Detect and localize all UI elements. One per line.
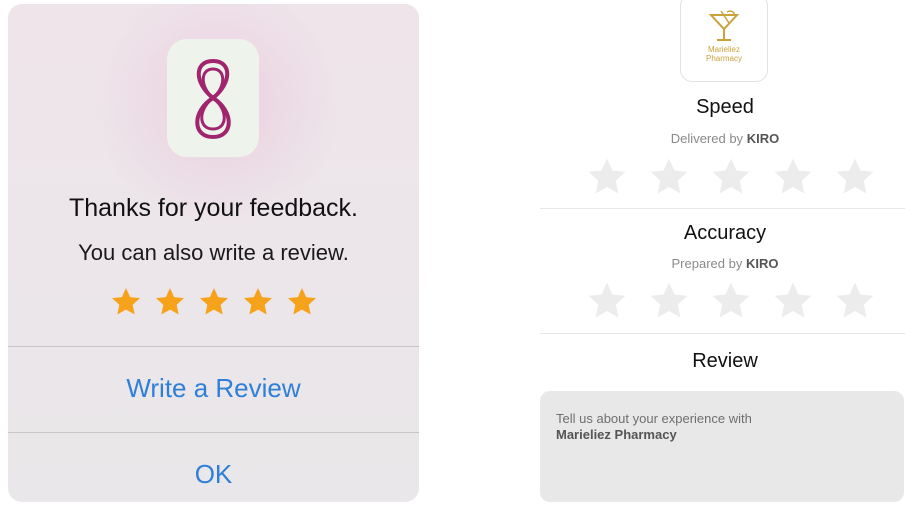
review-alert: Thanks for your feedback. You can also w… xyxy=(8,4,419,502)
accuracy-subtitle: Prepared by KIRO xyxy=(530,256,905,271)
star-icon[interactable] xyxy=(586,280,628,322)
speed-subtitle-prefix: Delivered by xyxy=(670,131,744,146)
section-divider xyxy=(540,208,905,209)
review-placeholder-name: Marieliez Pharmacy xyxy=(556,427,677,442)
order-rating-panel: Marieliez Pharmacy Speed Delivered by KI… xyxy=(530,0,905,506)
star-icon[interactable] xyxy=(834,156,876,198)
speed-star-rating[interactable] xyxy=(586,156,876,198)
accuracy-title: Accuracy xyxy=(683,222,767,244)
cocktail-glass-logo-icon xyxy=(708,10,740,41)
accuracy-subtitle-name: KIRO xyxy=(745,256,779,271)
pharmacy-logo: Marieliez Pharmacy xyxy=(680,0,768,82)
star-icon[interactable] xyxy=(710,156,752,198)
star-icon[interactable] xyxy=(286,286,318,318)
star-icon[interactable] xyxy=(586,156,628,198)
logo-text: Marieliez Pharmacy xyxy=(705,45,742,63)
review-textarea[interactable]: Tell us about your experience with Marie… xyxy=(540,391,904,502)
app-icon xyxy=(167,39,259,157)
star-icon[interactable] xyxy=(710,280,752,322)
accuracy-subtitle-prefix: Prepared by xyxy=(671,256,743,271)
review-title: Review xyxy=(692,350,758,372)
star-icon[interactable] xyxy=(648,156,690,198)
star-icon[interactable] xyxy=(772,280,814,322)
star-icon[interactable] xyxy=(242,286,274,318)
star-icon[interactable] xyxy=(834,280,876,322)
accuracy-star-rating[interactable] xyxy=(586,280,876,322)
star-icon[interactable] xyxy=(772,156,814,198)
star-icon[interactable] xyxy=(110,286,142,318)
alert-message: You can also write a review. xyxy=(78,240,349,265)
star-rating[interactable] xyxy=(8,286,419,318)
star-icon[interactable] xyxy=(198,286,230,318)
review-placeholder-prefix: Tell us about your experience with xyxy=(556,411,752,426)
alert-divider xyxy=(8,346,419,347)
speed-subtitle-name: KIRO xyxy=(746,131,780,146)
alert-divider xyxy=(8,432,419,433)
star-icon[interactable] xyxy=(154,286,186,318)
alert-title: Thanks for your feedback. xyxy=(68,194,359,222)
speed-title: Speed xyxy=(696,96,754,118)
section-divider xyxy=(540,333,905,334)
star-icon[interactable] xyxy=(648,280,690,322)
ok-button[interactable]: OK xyxy=(8,459,419,490)
speed-subtitle: Delivered by KIRO xyxy=(530,131,905,146)
write-review-button[interactable]: Write a Review xyxy=(8,373,419,404)
infinity-loop-app-icon xyxy=(195,58,231,140)
